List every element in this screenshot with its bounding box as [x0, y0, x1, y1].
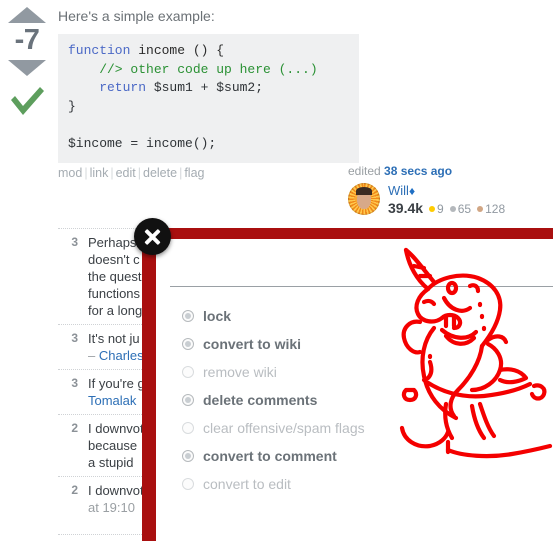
avatar-hair [356, 187, 372, 195]
user-row: Will♦ 39.4k 9 65 128 [348, 183, 518, 219]
edited-label: edited [348, 164, 381, 178]
menu-separator: | [137, 166, 141, 180]
option-convert-to-wiki[interactable]: convert to wiki [182, 330, 412, 358]
link-link[interactable]: link [90, 166, 109, 180]
code-line-4: } [68, 98, 76, 114]
code-keyword-return: return [68, 80, 147, 95]
edit-link[interactable]: edit [116, 166, 136, 180]
avatar[interactable] [348, 183, 380, 215]
flag-link[interactable]: flag [184, 166, 204, 180]
post-menu: mod | link | edit | delete | flag [58, 166, 204, 180]
comment-score: 3 [71, 235, 78, 249]
close-icon[interactable] [134, 218, 171, 255]
option-label: remove wiki [203, 364, 277, 380]
gold-badge[interactable]: 9 [429, 202, 444, 216]
radio-icon[interactable] [182, 338, 194, 350]
user-name-text: Will [388, 183, 409, 198]
code-line-1-rest: income () { [130, 43, 225, 58]
radio-icon [182, 422, 194, 434]
option-convert-to-edit: convert to edit [182, 470, 412, 498]
user-card: edited 38 secs ago Will♦ 39.4k 9 65 128 [348, 164, 518, 219]
code-comment-line: //> other code up here (...) [68, 61, 318, 77]
dialog-divider [170, 286, 553, 287]
comment-text: If you're g Tomalak [88, 376, 145, 408]
bronze-badge[interactable]: 128 [477, 202, 505, 216]
post-intro-text: Here's a simple example: [58, 8, 215, 24]
code-keyword-function: function [68, 43, 131, 58]
down-arrow-icon[interactable] [8, 60, 46, 76]
moderator-diamond-icon: ♦ [408, 184, 416, 198]
option-label: convert to wiki [203, 336, 302, 352]
code-line-3-rest: $sum1 + $sum2; [146, 80, 264, 95]
comment-text: It's not ju – Charles [88, 331, 144, 363]
radio-icon[interactable] [182, 450, 194, 462]
comment-author-link[interactable]: Tomalak [88, 393, 136, 408]
option-label: delete comments [203, 392, 318, 408]
dialog-title-bar [156, 228, 553, 239]
gold-badge-count: 9 [437, 202, 444, 216]
check-icon [11, 87, 44, 115]
radio-icon [182, 366, 194, 378]
edited-timestamp: edited 38 secs ago [348, 164, 518, 178]
mod-link[interactable]: mod [58, 166, 82, 180]
comment-score: 3 [71, 376, 78, 390]
code-line-6: $income = income(); [68, 135, 217, 151]
vote-score: -7 [14, 24, 40, 56]
vote-gutter: -7 [0, 0, 54, 160]
gold-badge-icon [429, 206, 436, 212]
option-label: lock [203, 308, 232, 324]
silver-badge-count: 65 [457, 202, 472, 216]
code-block: function income () { //> other code up h… [58, 34, 359, 163]
edited-relative-time[interactable]: 38 secs ago [384, 164, 452, 178]
option-convert-to-comment[interactable]: convert to comment [182, 442, 412, 470]
radio-icon [182, 478, 194, 490]
user-display-name[interactable]: Will♦ [388, 183, 415, 198]
comment-text: I downvot at 19:10 [88, 483, 144, 515]
comment-author-link[interactable]: Charles [99, 348, 144, 363]
moderator-dialog: lock convert to wiki remove wiki delete … [142, 228, 553, 541]
comment-score: 2 [71, 421, 78, 435]
bronze-badge-count: 128 [485, 202, 506, 216]
option-label: clear offensive/spam flags [203, 420, 365, 436]
option-label: convert to edit [203, 476, 291, 492]
bronze-badge-icon [477, 206, 484, 212]
option-lock[interactable]: lock [182, 302, 412, 330]
delete-link[interactable]: delete [143, 166, 177, 180]
user-stats: 39.4k 9 65 128 [388, 200, 505, 216]
comment-score: 2 [71, 483, 78, 497]
option-label: convert to comment [203, 448, 337, 464]
up-arrow-icon[interactable] [8, 7, 46, 23]
reputation-score: 39.4k [388, 200, 424, 216]
menu-separator: | [110, 166, 114, 180]
silver-badge-icon [449, 206, 456, 212]
option-delete-comments[interactable]: delete comments [182, 386, 412, 414]
post-body: Here's a simple example: function income… [58, 0, 553, 163]
comment-score: 3 [71, 331, 78, 345]
comment-text: Perhaps doesn't c the quest functions for a … [88, 235, 143, 318]
option-remove-wiki: remove wiki [182, 358, 412, 386]
radio-icon[interactable] [182, 394, 194, 406]
menu-separator: | [84, 166, 88, 180]
radio-icon[interactable] [182, 310, 194, 322]
comment-text: I downvot because a stupid [88, 421, 144, 470]
option-clear-flags: clear offensive/spam flags [182, 414, 412, 442]
dialog-option-list: lock convert to wiki remove wiki delete … [182, 302, 412, 498]
silver-badge[interactable]: 65 [449, 202, 472, 216]
